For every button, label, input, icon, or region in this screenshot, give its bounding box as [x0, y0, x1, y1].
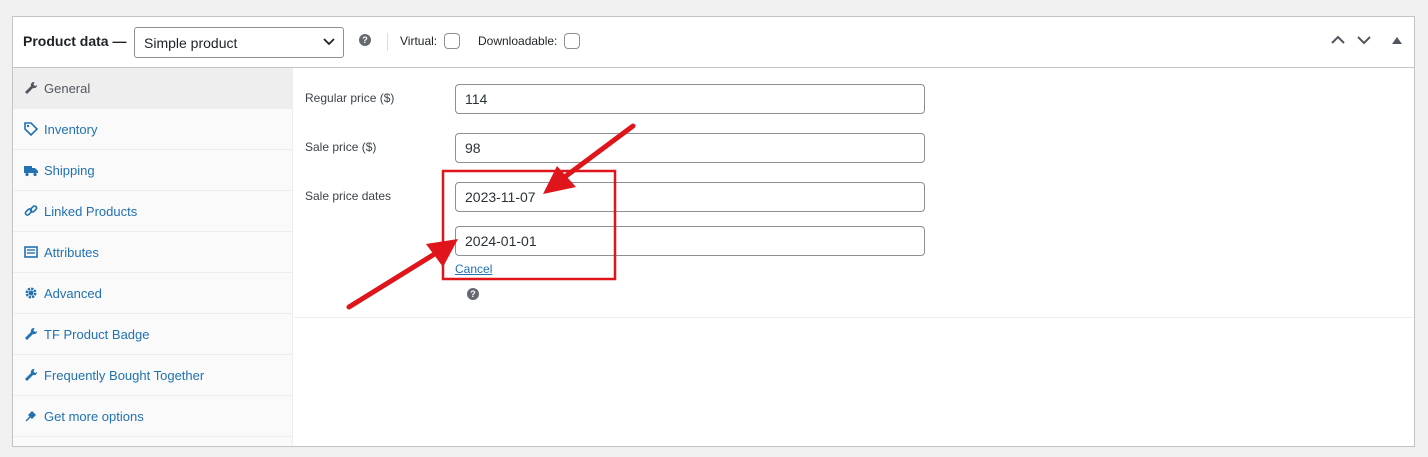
highlight-box [441, 169, 617, 281]
arrow-to-end-date [346, 239, 458, 310]
arrow-to-start-date [543, 123, 636, 194]
annotation-overlay [346, 123, 636, 310]
